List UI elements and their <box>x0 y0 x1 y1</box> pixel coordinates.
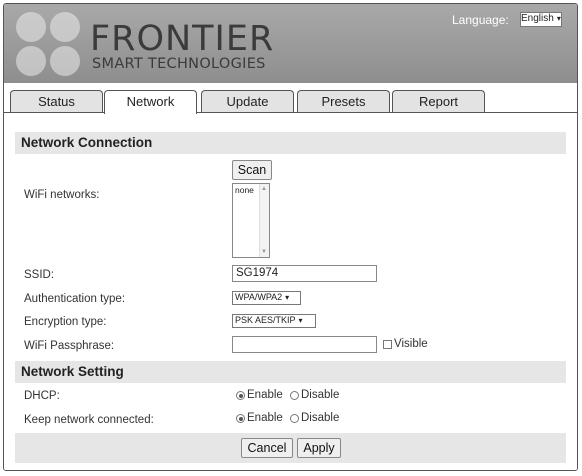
wifi-networks-label: WiFi networks: <box>24 189 100 201</box>
tab-network[interactable]: Network <box>104 90 197 114</box>
brand-tagline: SMART TECHNOLOGIES <box>92 56 266 72</box>
visible-checkbox[interactable] <box>383 340 392 349</box>
keep-network-connected-label: Keep network connected: <box>24 414 154 426</box>
wifi-passphrase-label: WiFi Passphrase: <box>24 340 115 352</box>
network-panel: Network Connection Scan WiFi networks: n… <box>4 113 577 470</box>
logo-circle <box>16 46 46 76</box>
scroll-down-icon: ▼ <box>261 249 267 255</box>
dhcp-disable-label: Disable <box>301 389 340 401</box>
encryption-type-select[interactable]: PSK AES/TKIP ▾ <box>232 314 316 328</box>
tab-report[interactable]: Report <box>392 90 485 113</box>
language-label: Language: <box>452 13 509 27</box>
frontier-logo: FRONTIER SMART TECHNOLOGIES <box>14 10 294 80</box>
brand-name: FRONTIER <box>90 19 275 59</box>
keep-connected-enable-label: Enable <box>247 412 283 424</box>
dhcp-disable-radio[interactable] <box>290 391 299 400</box>
visible-checkbox-label: Visible <box>394 338 428 350</box>
action-bar: Cancel Apply <box>15 433 566 463</box>
dhcp-enable-radio[interactable] <box>236 391 245 400</box>
logo-circle <box>50 12 80 42</box>
encryption-type-value: PSK AES/TKIP <box>235 315 296 325</box>
ssid-label: SSID: <box>24 269 55 281</box>
keep-connected-enable-radio[interactable] <box>236 414 245 423</box>
chevron-down-icon: ▾ <box>556 14 561 23</box>
chevron-down-icon: ▾ <box>285 293 290 302</box>
scroll-up-icon: ▲ <box>261 186 267 192</box>
network-connection-heading: Network Connection <box>15 132 566 154</box>
authentication-type-label: Authentication type: <box>24 293 126 305</box>
tab-status[interactable]: Status <box>10 90 103 113</box>
network-setting-heading: Network Setting <box>15 361 566 383</box>
wifi-passphrase-input[interactable] <box>232 336 377 353</box>
keep-connected-disable-radio[interactable] <box>290 414 299 423</box>
tab-bar: Status Network Update Presets Report <box>4 83 577 114</box>
cancel-button[interactable]: Cancel <box>241 438 293 458</box>
wifi-networks-list[interactable]: none ▲ ▼ <box>232 183 270 258</box>
logo-circle <box>16 12 46 42</box>
tab-presets[interactable]: Presets <box>297 90 390 113</box>
language-selected: English <box>521 13 554 24</box>
settings-window: FRONTIER SMART TECHNOLOGIES Language: En… <box>3 3 578 471</box>
encryption-type-label: Encryption type: <box>24 316 107 328</box>
keep-connected-disable-label: Disable <box>301 412 340 424</box>
logo-circle <box>50 46 80 76</box>
header-banner: FRONTIER SMART TECHNOLOGIES Language: En… <box>4 4 577 83</box>
tab-update[interactable]: Update <box>201 90 294 113</box>
chevron-down-icon: ▾ <box>298 316 303 325</box>
scan-button[interactable]: Scan <box>232 160 272 180</box>
language-select[interactable]: English ▾ <box>520 12 562 27</box>
dhcp-enable-label: Enable <box>247 389 283 401</box>
authentication-type-value: WPA/WPA2 <box>235 292 283 302</box>
ssid-input[interactable]: SG1974 <box>232 265 377 282</box>
scrollbar[interactable]: ▲ ▼ <box>259 184 269 257</box>
dhcp-label: DHCP: <box>24 390 60 402</box>
apply-button[interactable]: Apply <box>297 438 341 458</box>
authentication-type-select[interactable]: WPA/WPA2 ▾ <box>232 291 301 305</box>
